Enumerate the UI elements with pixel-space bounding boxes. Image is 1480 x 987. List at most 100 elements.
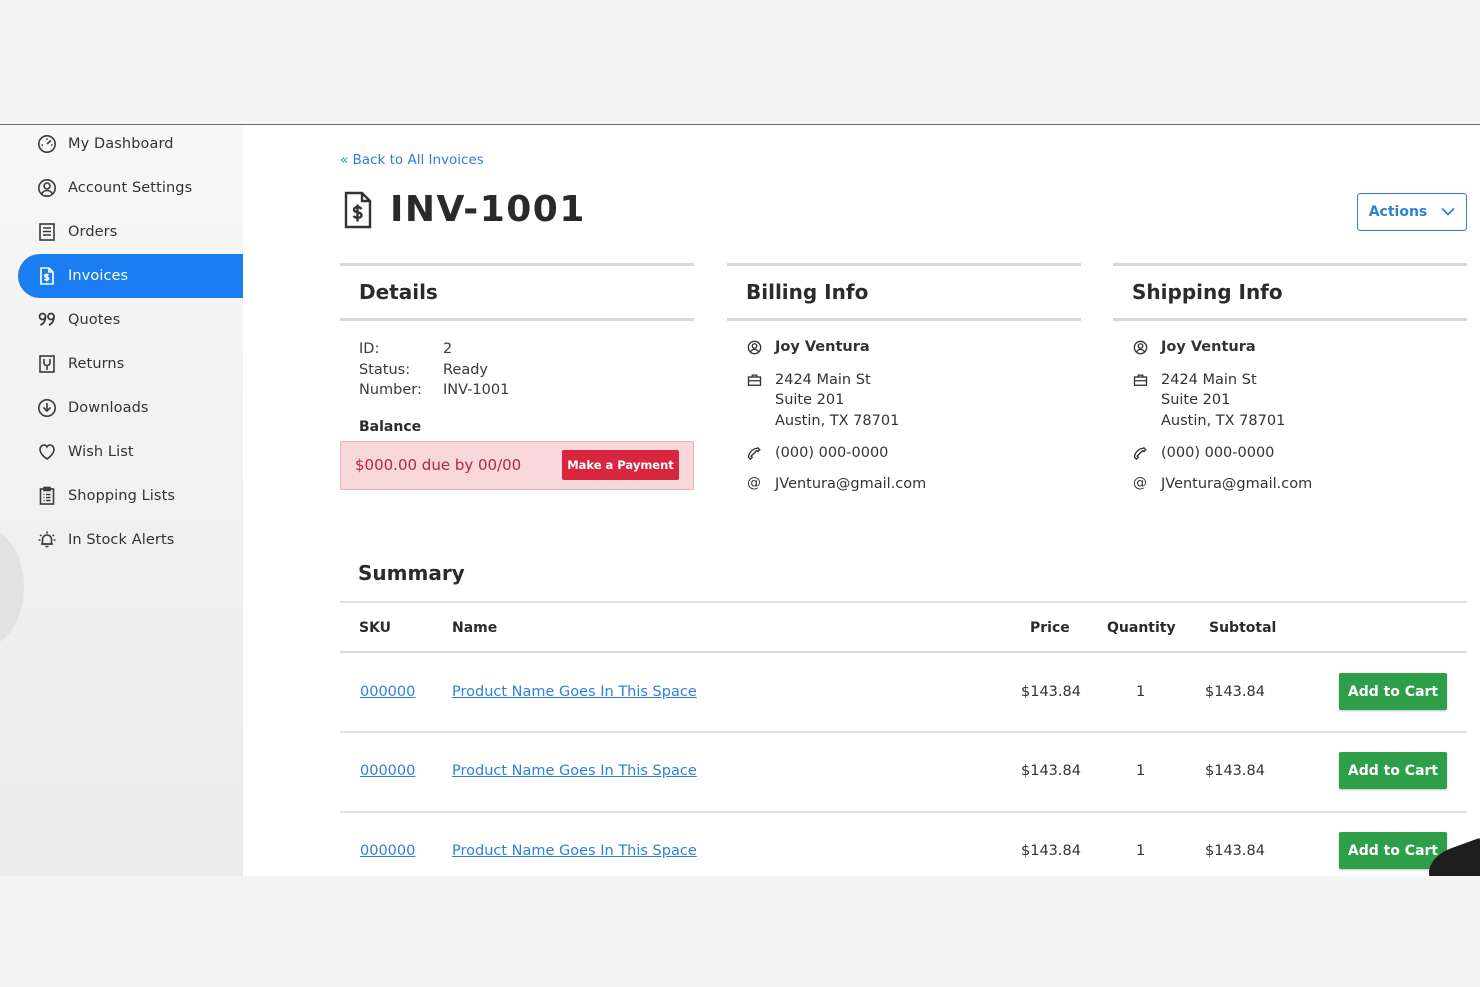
balance-label: Balance (359, 418, 422, 435)
detail-row-status: Status: Ready (359, 360, 694, 381)
sidebar-item-quotes[interactable]: Quotes (18, 298, 243, 342)
quantity-cell: 1 (1136, 763, 1146, 779)
quantity-cell: 1 (1136, 684, 1146, 700)
sidebar-item-label: In Stock Alerts (68, 532, 175, 548)
billing-address-line: 2424 Main St Suite 201 Austin, TX 78701 (727, 370, 1081, 432)
billing-name-line: Joy Ventura (727, 337, 1081, 358)
return-icon (36, 353, 58, 375)
details-panel: Details ID: 2 Status: Ready Number: INV-… (340, 263, 694, 490)
column-header-sku: SKU (359, 620, 392, 636)
price-cell: $143.84 (1021, 763, 1081, 779)
price-cell: $143.84 (1021, 843, 1081, 859)
at-sign-icon: @ (1133, 475, 1147, 492)
details-list: ID: 2 Status: Ready Number: INV-1001 (340, 339, 694, 401)
sidebar-item-returns[interactable]: Returns (18, 342, 243, 386)
add-to-cart-button[interactable]: Add to Cart (1339, 673, 1447, 710)
billing-name: Joy Ventura (775, 339, 870, 355)
billing-heading: Billing Info (746, 280, 869, 304)
sidebar-item-orders[interactable]: Orders (18, 210, 243, 254)
sidebar-item-account-settings[interactable]: Account Settings (18, 166, 243, 210)
billing-email: JVentura@gmail.com (775, 475, 927, 492)
shipping-phone: (000) 000-0000 (1161, 445, 1275, 461)
product-name-link[interactable]: Product Name Goes In This Space (452, 684, 697, 700)
column-header-quantity: Quantity (1107, 620, 1176, 636)
subtotal-cell: $143.84 (1205, 684, 1265, 700)
shipping-panel: Shipping Info Joy Ventura 2424 Main St S… (1113, 263, 1467, 494)
column-header-subtotal: Subtotal (1209, 620, 1277, 636)
shipping-email: JVentura@gmail.com (1161, 475, 1313, 492)
detail-key: Number: (359, 382, 422, 398)
download-icon (36, 397, 58, 419)
clipboard-list-icon (36, 485, 58, 507)
chevron-down-icon (1441, 204, 1455, 220)
sidebar-item-invoices[interactable]: Invoices (18, 254, 243, 298)
back-to-invoices-link[interactable]: « Back to All Invoices (340, 152, 484, 168)
address-line: Suite 201 (1161, 392, 1231, 408)
add-to-cart-button[interactable]: Add to Cart (1339, 752, 1447, 789)
user-circle-icon (36, 177, 58, 199)
sidebar-item-downloads[interactable]: Downloads (18, 386, 243, 430)
product-name-link[interactable]: Product Name Goes In This Space (452, 763, 697, 779)
invoice-icon (340, 190, 376, 230)
details-heading: Details (359, 280, 438, 304)
billing-header: Billing Info (727, 263, 1081, 321)
heart-icon (36, 441, 58, 463)
shipping-name-line: Joy Ventura (1113, 337, 1467, 358)
shipping-address-line: 2424 Main St Suite 201 Austin, TX 78701 (1113, 370, 1467, 432)
sidebar-item-label: Account Settings (68, 180, 193, 196)
sidebar-item-label: Returns (68, 356, 125, 372)
shipping-address: 2424 Main St Suite 201 Austin, TX 78701 (1161, 370, 1285, 432)
quantity-cell: 1 (1136, 843, 1146, 859)
sidebar-item-label: Downloads (68, 400, 149, 416)
shipping-header: Shipping Info (1113, 263, 1467, 321)
sidebar-item-label: Shopping Lists (68, 488, 176, 504)
sidebar-item-label: Quotes (68, 312, 121, 328)
sidebar-item-wish-list[interactable]: Wish List (18, 430, 243, 474)
address-line: Suite 201 (775, 392, 845, 408)
sidebar-item-shopping-lists[interactable]: Shopping Lists (18, 474, 243, 518)
shipping-email-line: @ JVentura@gmail.com (1113, 474, 1467, 495)
phone-icon (1132, 443, 1148, 463)
billing-address: 2424 Main St Suite 201 Austin, TX 78701 (775, 370, 899, 432)
detail-row-id: ID: 2 (359, 339, 694, 360)
actions-label: Actions (1368, 204, 1428, 220)
billing-phone: (000) 000-0000 (775, 445, 889, 461)
divider (340, 811, 1467, 813)
app-frame: My Dashboard Account Settings Orders Inv… (0, 124, 1480, 876)
detail-value: Ready (443, 361, 489, 378)
bell-alert-icon (36, 529, 58, 551)
sku-link[interactable]: 000000 (360, 843, 415, 859)
detail-value: 2 (443, 341, 453, 357)
column-header-name: Name (452, 620, 498, 636)
address-line: Austin, TX 78701 (775, 412, 900, 429)
billing-phone-line: (000) 000-0000 (727, 443, 1081, 464)
sku-link[interactable]: 000000 (360, 763, 415, 779)
user-circle-icon (1132, 337, 1148, 357)
billing-email-line: @ JVentura@gmail.com (727, 474, 1081, 495)
actions-dropdown[interactable]: Actions (1357, 193, 1467, 231)
divider (340, 731, 1467, 733)
sidebar-item-in-stock-alerts[interactable]: In Stock Alerts (18, 518, 243, 562)
detail-key: ID: (359, 341, 380, 357)
sidebar-item-label: Wish List (68, 444, 134, 460)
detail-value: INV-1001 (443, 382, 510, 398)
dashboard-icon (36, 133, 58, 155)
invoice-icon (36, 265, 58, 287)
address-line: Austin, TX 78701 (1161, 412, 1286, 429)
detail-key: Status: (359, 361, 411, 378)
sidebar-item-label: Invoices (68, 268, 129, 284)
balance-alert: $000.00 due by 00/00 Make a Payment (340, 440, 694, 490)
shipping-name: Joy Ventura (1161, 339, 1256, 355)
page-header: INV-1001 (340, 189, 586, 230)
page-title: INV-1001 (390, 189, 586, 230)
shipping-heading: Shipping Info (1132, 280, 1283, 304)
sku-link[interactable]: 000000 (360, 684, 415, 700)
at-sign-icon: @ (747, 475, 761, 492)
summary-heading: Summary (358, 561, 465, 585)
make-payment-button[interactable]: Make a Payment (562, 450, 679, 480)
product-name-link[interactable]: Product Name Goes In This Space (452, 843, 697, 859)
subtotal-cell: $143.84 (1205, 763, 1265, 779)
sidebar: My Dashboard Account Settings Orders Inv… (0, 125, 243, 876)
sidebar-item-my-dashboard[interactable]: My Dashboard (18, 125, 243, 166)
column-header-price: Price (1030, 620, 1070, 636)
